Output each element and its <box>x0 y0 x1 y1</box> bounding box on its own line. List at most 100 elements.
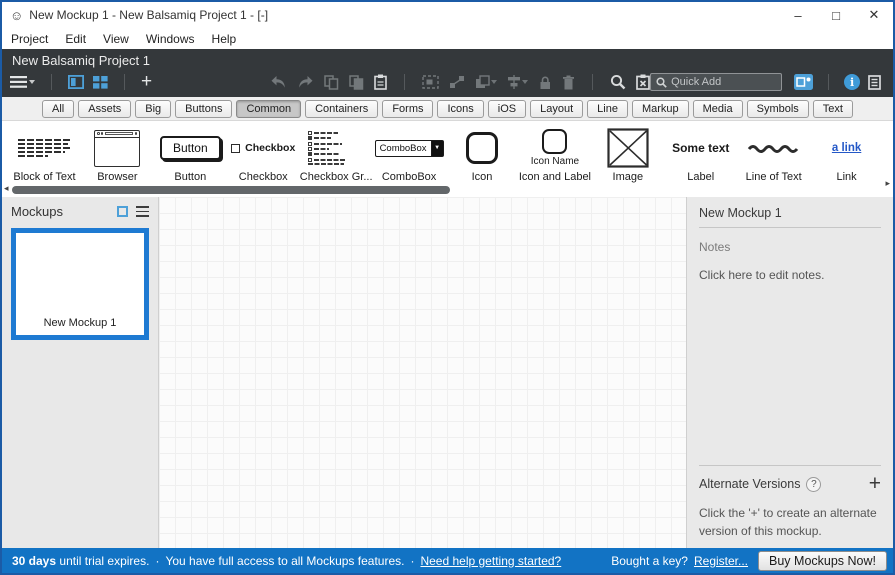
tab-symbols[interactable]: Symbols <box>747 100 809 118</box>
notes-edit-hint[interactable]: Click here to edit notes. <box>699 268 881 282</box>
tab-line[interactable]: Line <box>587 100 628 118</box>
break-apart-icon[interactable] <box>449 75 465 89</box>
library-item-label: ComboBox <box>382 171 436 184</box>
tab-icons[interactable]: Icons <box>437 100 483 118</box>
tab-layout[interactable]: Layout <box>530 100 583 118</box>
notes-label: Notes <box>699 240 881 254</box>
add-mockup-icon[interactable]: + <box>141 74 152 90</box>
alternate-versions-section: Alternate Versions ? + Click the '+' to … <box>699 465 881 540</box>
align-icon[interactable] <box>507 75 528 89</box>
mockups-panel: Mockups New Mockup 1 <box>2 197 159 548</box>
tab-forms[interactable]: Forms <box>382 100 433 118</box>
tab-ios[interactable]: iOS <box>488 100 526 118</box>
single-view-icon[interactable] <box>68 75 84 89</box>
close-button[interactable]: ✕ <box>855 2 893 28</box>
checkbox-preview: Checkbox <box>231 142 295 154</box>
tab-assets[interactable]: Assets <box>78 100 131 118</box>
delete-icon[interactable] <box>562 75 575 90</box>
buy-mockups-button[interactable]: Buy Mockups Now! <box>758 551 887 571</box>
ui-library-toggle-icon[interactable] <box>794 74 813 90</box>
library-item-icon[interactable]: Icon <box>446 125 519 184</box>
grid-view-icon[interactable] <box>93 76 108 89</box>
library-item-link[interactable]: a link Link <box>810 125 883 184</box>
label-preview: Some text <box>672 141 729 155</box>
mockup-thumbnail[interactable]: New Mockup 1 <box>11 228 149 340</box>
menu-edit[interactable]: Edit <box>65 32 86 46</box>
library-item-icon-and-label[interactable]: Icon Name Icon and Label <box>518 125 591 184</box>
undo-icon[interactable] <box>270 75 287 89</box>
library-item-checkbox[interactable]: Checkbox Checkbox <box>227 125 300 184</box>
combobox-arrow-icon: ▼ <box>432 140 444 157</box>
tab-big[interactable]: Big <box>135 100 171 118</box>
library-item-label: Block of Text <box>13 171 75 184</box>
project-info-icon[interactable] <box>868 75 881 90</box>
title-bar: ☺ New Mockup 1 - New Balsamiq Project 1 … <box>2 2 893 28</box>
help-icon[interactable]: ? <box>806 477 821 492</box>
scroll-left-icon[interactable]: ◂ <box>4 183 9 194</box>
menu-project[interactable]: Project <box>11 32 48 46</box>
trial-text: until trial expires. <box>59 554 149 568</box>
library-item-label: Icon <box>472 171 493 184</box>
access-text: You have full access to all Mockups feat… <box>165 554 404 568</box>
tab-common[interactable]: Common <box>236 100 301 118</box>
link-preview: a link <box>832 142 861 154</box>
tab-markup[interactable]: Markup <box>632 100 689 118</box>
minimize-button[interactable]: – <box>779 2 817 28</box>
layers-icon[interactable] <box>475 75 497 89</box>
tab-buttons[interactable]: Buttons <box>175 100 232 118</box>
combobox-preview: ComboBox▼ <box>375 140 444 157</box>
tab-all[interactable]: All <box>42 100 74 118</box>
search-icon <box>656 77 667 88</box>
library-item-combobox[interactable]: ComboBox▼ ComboBox <box>373 125 446 184</box>
duplicate-icon[interactable] <box>349 75 364 90</box>
library-item-line-of-text[interactable]: Line of Text <box>737 125 810 184</box>
paste-icon[interactable] <box>374 74 387 90</box>
separator-dot: · <box>410 554 414 568</box>
library-item-label-widget[interactable]: Some text Label <box>664 125 737 184</box>
menu-view[interactable]: View <box>103 32 129 46</box>
library-item-label: Line of Text <box>746 171 802 184</box>
menu-windows[interactable]: Windows <box>146 32 195 46</box>
library-scrollbar-thumb[interactable] <box>12 186 450 194</box>
library-item-image[interactable]: Image <box>591 125 664 184</box>
library-category-tabs: All Assets Big Buttons Common Containers… <box>2 97 893 121</box>
library-item-button[interactable]: Button Button <box>154 125 227 184</box>
thumbnail-view-icon[interactable] <box>117 206 128 217</box>
menu-bar: Project Edit View Windows Help <box>2 28 893 49</box>
help-getting-started-link[interactable]: Need help getting started? <box>420 554 561 568</box>
quick-add-input[interactable] <box>671 76 776 88</box>
tab-text[interactable]: Text <box>813 100 853 118</box>
library-scrollbar[interactable]: ◂ <box>2 184 893 197</box>
inspector-panel: New Mockup 1 Notes Click here to edit no… <box>686 197 893 548</box>
alternate-versions-hint: Click the '+' to create an alternate ver… <box>699 504 877 540</box>
project-menu-icon[interactable] <box>10 76 35 88</box>
copy-icon[interactable] <box>324 75 339 90</box>
alternate-versions-label: Alternate Versions <box>699 477 800 491</box>
library-item-label: Browser <box>97 171 137 184</box>
library-item-checkbox-group[interactable]: Checkbox Gr... <box>300 125 373 184</box>
status-bar: 30 days until trial expires. · You have … <box>2 548 893 573</box>
scroll-right-icon[interactable]: ▸ <box>885 178 890 189</box>
redo-icon[interactable] <box>297 75 314 89</box>
info-icon[interactable]: i <box>844 74 860 90</box>
separator-dot: · <box>155 554 159 568</box>
button-preview: Button <box>160 136 221 160</box>
trial-days: 30 days <box>12 554 56 568</box>
library-item-label: Icon and Label <box>519 171 591 184</box>
register-link[interactable]: Register... <box>694 554 748 568</box>
menu-help[interactable]: Help <box>212 32 237 46</box>
mockups-menu-icon[interactable] <box>136 206 149 216</box>
app-window: ☺ New Mockup 1 - New Balsamiq Project 1 … <box>0 0 895 575</box>
mockup-canvas[interactable] <box>159 197 686 548</box>
clear-clipboard-icon[interactable] <box>636 74 650 90</box>
tab-containers[interactable]: Containers <box>305 100 378 118</box>
add-alternate-icon[interactable]: + <box>869 476 881 492</box>
zoom-icon[interactable] <box>610 74 626 90</box>
tab-media[interactable]: Media <box>693 100 743 118</box>
maximize-button[interactable]: □ <box>817 2 855 28</box>
icon-and-label-preview: Icon Name <box>531 129 579 167</box>
library-item-block-of-text[interactable]: Block of Text <box>8 125 81 184</box>
transform-icon[interactable] <box>422 75 439 89</box>
library-item-browser[interactable]: Browser <box>81 125 154 184</box>
lock-icon[interactable] <box>538 75 552 90</box>
